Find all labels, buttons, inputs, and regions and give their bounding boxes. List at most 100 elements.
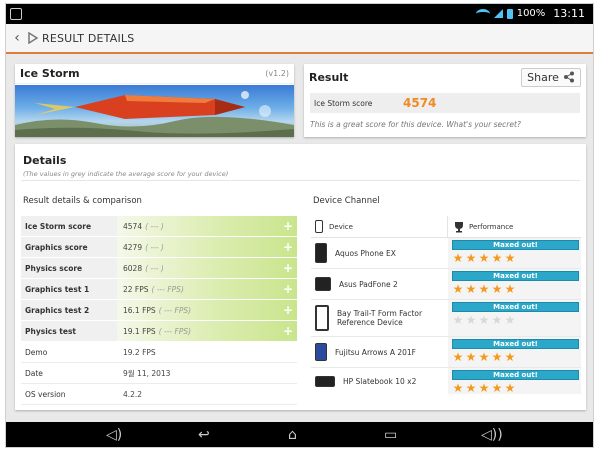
- expand-plus-icon[interactable]: +: [283, 261, 293, 275]
- row-value-bar: 16.1 FPS( --- FPS) +: [117, 300, 297, 320]
- row-value: 4574: [123, 221, 143, 231]
- row-label: Ice Storm score: [21, 216, 117, 236]
- device-icon: [315, 220, 323, 233]
- volume-down-icon[interactable]: ◁): [106, 427, 122, 443]
- row-value: 6028: [123, 263, 143, 273]
- star-icon: ★: [465, 251, 477, 265]
- star-icon: ★: [478, 381, 490, 395]
- result-note: This is a great score for this device. W…: [310, 120, 521, 129]
- test-name: Ice Storm: [20, 67, 80, 80]
- star-icon: ★: [478, 313, 490, 327]
- info-value: 19.2 FPS: [117, 342, 297, 362]
- performance-column-label: Performance: [469, 222, 514, 231]
- star-icon: ★: [491, 381, 503, 395]
- device-row[interactable]: HP Slatebook 10 x2 Maxed out! ★ ★ ★ ★ ★: [311, 368, 581, 394]
- table-row[interactable]: Ice Storm score 4574( --- ) +: [21, 216, 297, 237]
- expand-plus-icon[interactable]: +: [283, 303, 293, 317]
- signal-icon: [493, 9, 503, 18]
- star-icon: ★: [504, 350, 516, 364]
- table-row[interactable]: Graphics test 2 16.1 FPS( --- FPS) +: [21, 300, 297, 321]
- score-label: Ice Storm score: [314, 98, 373, 108]
- star-icon: ★: [491, 350, 503, 364]
- star-icon: ★: [504, 282, 516, 296]
- battery-icon: [506, 8, 513, 19]
- star-icon: ★: [478, 350, 490, 364]
- row-label: Graphics test 2: [21, 300, 117, 320]
- volume-up-icon[interactable]: ◁)): [481, 427, 503, 443]
- tablet-screen: 100% 13:11 ‹ RESULT DETAILS Ice Storm (v…: [5, 3, 594, 448]
- table-row[interactable]: Physics test 19.1 FPS( --- FPS) +: [21, 321, 297, 342]
- star-icon: ★: [504, 381, 516, 395]
- maxed-out-bar: Maxed out!: [452, 271, 579, 281]
- back-icon[interactable]: ↩: [198, 427, 210, 443]
- row-average: ( --- ): [145, 221, 164, 231]
- row-average: ( --- FPS): [151, 284, 184, 294]
- device-channel-title: Device Channel: [313, 196, 380, 206]
- device-name: Aquos Phone EX: [335, 248, 396, 258]
- star-icon: ★: [491, 313, 503, 327]
- star-rating: ★ ★ ★ ★ ★: [452, 252, 579, 264]
- device-row[interactable]: Asus PadFone 2 Maxed out! ★ ★ ★ ★ ★: [311, 269, 581, 300]
- device-row[interactable]: Bay Trail-T Form Factor Reference Device…: [311, 300, 581, 337]
- row-label: Graphics score: [21, 237, 117, 257]
- ice-storm-banner-image: [15, 85, 294, 137]
- test-version: (v1.2): [265, 69, 289, 78]
- device-name: Fujitsu Arrows A 201F: [335, 347, 416, 357]
- status-bar: 100% 13:11: [6, 4, 593, 24]
- device-name: Bay Trail-T Form Factor Reference Device: [337, 309, 423, 327]
- device-name: Asus PadFone 2: [339, 279, 398, 289]
- fujitsu-arrows-icon: [315, 343, 327, 361]
- wifi-icon: [475, 8, 490, 19]
- home-icon[interactable]: ⌂: [288, 427, 297, 443]
- star-icon: ★: [452, 381, 464, 395]
- score-row: Ice Storm score 4574: [310, 93, 580, 113]
- star-icon: ★: [452, 350, 464, 364]
- table-row[interactable]: Physics score 6028( --- ) +: [21, 258, 297, 279]
- row-value: 4279: [123, 242, 143, 252]
- notification-image-icon: [10, 8, 22, 20]
- comparison-title: Result details & comparison: [23, 196, 142, 206]
- page-title: RESULT DETAILS: [42, 31, 135, 45]
- device-row[interactable]: Aquos Phone EX Maxed out! ★ ★ ★ ★ ★: [311, 238, 581, 269]
- asus-padfone-icon: [315, 277, 331, 291]
- row-value-bar: 4279( --- ) +: [117, 237, 297, 257]
- row-value: 16.1 FPS: [123, 305, 156, 315]
- star-icon: ★: [452, 282, 464, 296]
- expand-plus-icon[interactable]: +: [283, 219, 293, 233]
- expand-plus-icon[interactable]: +: [283, 324, 293, 338]
- info-label: Demo: [21, 342, 117, 362]
- info-row: Demo 19.2 FPS: [21, 342, 297, 363]
- device-row[interactable]: Fujitsu Arrows A 201F Maxed out! ★ ★ ★ ★ ★: [311, 337, 581, 368]
- action-bar: ‹ RESULT DETAILS: [6, 24, 593, 54]
- info-value: 4.2.2: [117, 384, 297, 404]
- details-title: Details: [23, 154, 67, 167]
- row-label: Physics test: [21, 321, 117, 341]
- share-button[interactable]: Share: [521, 67, 581, 87]
- recent-apps-icon[interactable]: ▭: [384, 427, 397, 443]
- star-rating: ★ ★ ★ ★ ★: [452, 314, 579, 326]
- table-row[interactable]: Graphics test 1 22 FPS( --- FPS) +: [21, 279, 297, 300]
- test-card[interactable]: Ice Storm (v1.2): [15, 64, 294, 137]
- expand-plus-icon[interactable]: +: [283, 240, 293, 254]
- result-title: Result: [309, 70, 349, 84]
- divider: [21, 180, 580, 181]
- row-value-bar: 22 FPS( --- FPS) +: [117, 279, 297, 299]
- maxed-out-bar: Maxed out!: [452, 339, 579, 349]
- expand-plus-icon[interactable]: +: [283, 282, 293, 296]
- result-details-table: Ice Storm score 4574( --- ) + Graphics sc…: [21, 216, 297, 405]
- star-icon: ★: [465, 282, 477, 296]
- row-average: ( --- ): [145, 242, 164, 252]
- back-chevron-icon[interactable]: ‹: [6, 23, 28, 53]
- table-row[interactable]: Graphics score 4279( --- ) +: [21, 237, 297, 258]
- row-label: Physics score: [21, 258, 117, 278]
- info-label: Date: [21, 363, 117, 383]
- info-value: 9월 11, 2013: [117, 363, 297, 383]
- info-row: Date 9월 11, 2013: [21, 363, 297, 384]
- star-icon: ★: [452, 313, 464, 327]
- maxed-out-bar: Maxed out!: [452, 302, 579, 312]
- row-average: ( --- FPS): [158, 305, 192, 315]
- bay-trail-tablet-icon: [315, 305, 329, 331]
- device-channel-table: Device Performance Aquos Phone EX Maxed …: [311, 216, 581, 394]
- row-average: ( --- ): [145, 263, 164, 273]
- info-row: OS version 4.2.2: [21, 384, 297, 405]
